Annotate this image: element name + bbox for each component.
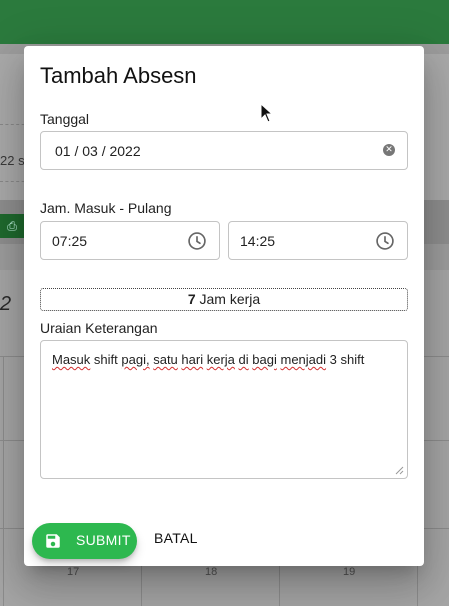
calendar-day-number: 17 bbox=[67, 566, 80, 578]
tambah-absen-dialog: Tambah Absesn Tanggal 01 / 03 / 2022 ✕ J… bbox=[24, 46, 424, 566]
jam-masuk-value: 07:25 bbox=[52, 233, 88, 249]
tanggal-date-input[interactable]: 01 / 03 / 2022 ✕ bbox=[40, 131, 408, 170]
calendar-gridline bbox=[3, 356, 4, 606]
uraian-word: pagi, bbox=[121, 352, 150, 367]
background-text-fragment: 22 s bbox=[0, 153, 25, 168]
uraian-word: satu bbox=[153, 352, 178, 367]
jam-label: Jam. Masuk - Pulang bbox=[40, 200, 172, 216]
batal-button[interactable]: BATAL bbox=[154, 530, 198, 546]
clear-icon[interactable]: ✕ bbox=[383, 144, 395, 156]
uraian-word: bagi bbox=[252, 352, 277, 367]
tanggal-label: Tanggal bbox=[40, 111, 90, 127]
printer-icon[interactable]: ⎙ bbox=[0, 214, 24, 238]
dialog-title: Tambah Absesn bbox=[40, 63, 197, 88]
calendar-day-number: 18 bbox=[205, 566, 218, 578]
jam-kerja-summary: 7 Jam kerja bbox=[40, 288, 408, 311]
background-calendar-heading: 2 bbox=[0, 293, 12, 315]
uraian-text: Masuk shift pagi, satu hari kerja di bag… bbox=[52, 352, 364, 367]
uraian-label: Uraian Keterangan bbox=[40, 320, 158, 336]
calendar-day-number: 19 bbox=[343, 566, 356, 578]
jam-pulang-input[interactable]: 14:25 bbox=[228, 221, 408, 260]
uraian-word: hari bbox=[181, 352, 204, 367]
uraian-textarea[interactable]: Masuk shift pagi, satu hari kerja di bag… bbox=[40, 340, 408, 479]
tanggal-value: 01 / 03 / 2022 bbox=[55, 143, 141, 159]
uraian-word: shift bbox=[340, 352, 365, 367]
submit-label: SUBMIT bbox=[76, 532, 131, 548]
jam-kerja-count: 7 bbox=[187, 291, 196, 307]
jam-pulang-value: 14:25 bbox=[240, 233, 276, 249]
clock-icon[interactable] bbox=[375, 231, 395, 251]
clock-icon[interactable] bbox=[187, 231, 207, 251]
uraian-word: menjadi bbox=[280, 352, 327, 367]
uraian-word: kerja bbox=[206, 352, 235, 367]
uraian-word: 3 bbox=[329, 352, 337, 367]
uraian-word: Masuk bbox=[52, 352, 91, 367]
submit-button[interactable]: SUBMIT bbox=[32, 523, 137, 559]
resize-handle-icon[interactable] bbox=[394, 465, 404, 475]
uraian-word: di bbox=[238, 352, 249, 367]
jam-kerja-label: Jam kerja bbox=[199, 291, 261, 307]
mouse-cursor-icon bbox=[260, 103, 274, 123]
app-topbar bbox=[0, 0, 449, 44]
jam-masuk-input[interactable]: 07:25 bbox=[40, 221, 220, 260]
uraian-word: shift bbox=[93, 352, 118, 367]
save-icon bbox=[46, 534, 60, 548]
